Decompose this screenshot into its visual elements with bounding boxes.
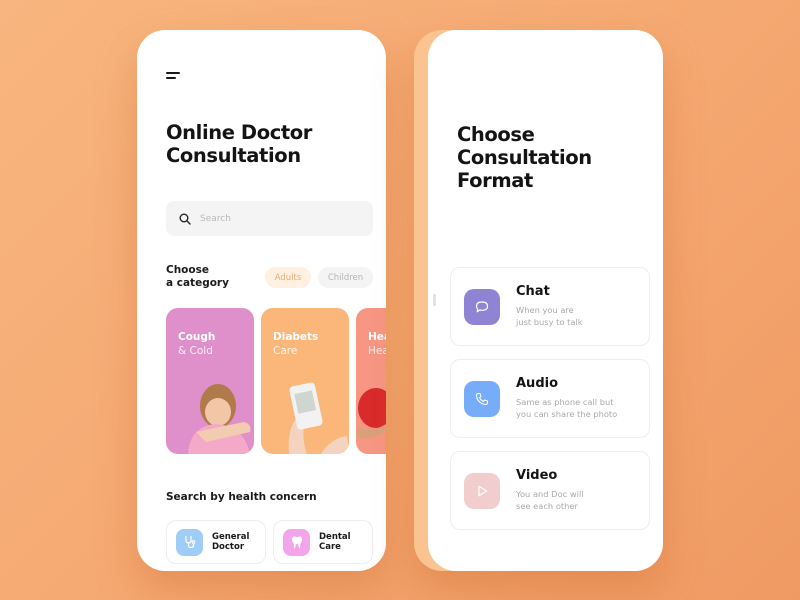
glucose-meter-image [288,382,349,454]
title-line2: Consultation [457,146,592,169]
concern-label-line1: General [212,531,250,542]
format-description: You and Doc will see each other [516,488,641,512]
format-name: Video [516,468,558,483]
title-line3: Format [457,169,533,192]
home-screen: Online Doctor Consultation Choose a cate… [137,30,386,571]
desc-line1: You and Doc will [516,489,584,499]
concern-dental-care[interactable]: Dental Care [273,520,373,564]
format-option-audio[interactable]: Audio Same as phone call but you can shar… [450,359,650,438]
format-option-chat[interactable]: Chat When you are just busy to talk [450,267,650,346]
tooth-icon [283,528,310,556]
category-label-line1: Choose [166,264,209,276]
category-card-heart-health[interactable]: HeartHealth [356,308,386,454]
format-name: Audio [516,376,559,391]
chat-bubble-icon [464,289,500,325]
format-option-video[interactable]: Video You and Doc will see each other [450,451,650,530]
filter-adults[interactable]: Adults [265,267,311,288]
desc-line2: just busy to talk [516,317,583,327]
concern-label-line1: Dental [319,531,351,542]
category-card-cough-cold[interactable]: Cough & Cold [166,308,254,454]
format-name: Chat [516,284,550,299]
hamburger-menu-icon[interactable] [166,72,180,79]
format-description: Same as phone call but you can share the … [516,396,641,420]
desc-line1: When you are [516,305,574,315]
concern-general-doctor[interactable]: General Doctor [166,520,266,564]
phone-icon [464,381,500,417]
desc-line1: Same as phone call but [516,397,614,407]
page-title: Online Doctor Consultation [166,121,313,167]
category-label-line2: a category [166,276,229,289]
filter-children[interactable]: Children [318,267,373,288]
search-input[interactable] [200,213,360,224]
desc-line2: you can share the photo [516,409,618,419]
stethoscope-icon [176,528,203,556]
play-icon [464,473,500,509]
format-description: When you are just busy to talk [516,304,641,328]
page-title: Choose Consultation Format [457,123,592,192]
red-heart-image [356,388,386,439]
girl-coughing-image [188,384,251,454]
category-card-diabetes-care[interactable]: Diabets Care [261,308,349,454]
drag-handle[interactable] [433,294,436,306]
concern-label-line2: Doctor [212,542,245,552]
search-bar[interactable] [166,201,373,236]
concern-label-line2: Care [319,542,341,552]
category-label: Choose a category [166,264,229,289]
desc-line2: see each other [516,501,578,511]
title-line1: Choose [457,123,535,146]
search-icon [179,213,191,225]
health-concern-title: Search by health concern [166,491,317,503]
category-carousel[interactable]: Cough& Cold DiabetsCare HeartHealth [166,308,386,458]
consultation-format-screen: Choose Consultation Format Chat When you… [428,30,663,571]
